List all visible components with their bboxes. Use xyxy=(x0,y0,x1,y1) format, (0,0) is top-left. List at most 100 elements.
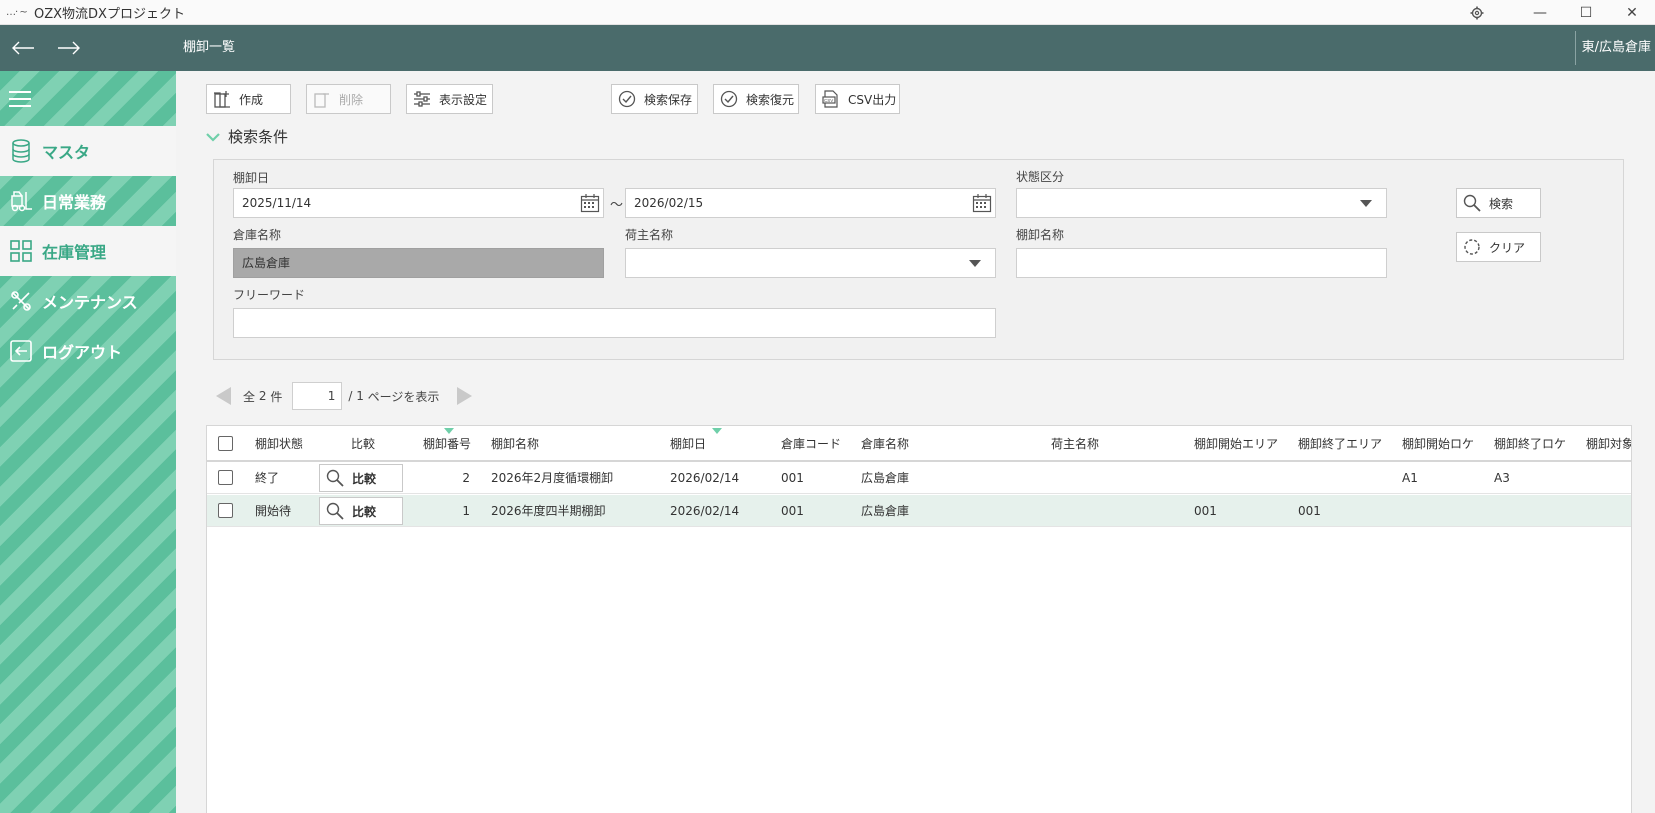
app-icon: …· ~ xyxy=(6,6,28,18)
search-icon xyxy=(326,502,344,520)
cell-number: 1 xyxy=(462,503,470,518)
row-checkbox[interactable] xyxy=(218,462,233,493)
grid-icon xyxy=(8,238,34,264)
current-warehouse[interactable]: 東/広島倉庫 xyxy=(1574,31,1655,65)
maximize-button[interactable]: ☐ xyxy=(1563,0,1609,25)
sort-indicator-icon xyxy=(712,428,722,434)
main-content: 作成 削除 表示設定 検索保存 検索復元 CSV CSV出力 検索条件 棚卸日 … xyxy=(176,71,1655,813)
inventory-name-label: 棚卸名称 xyxy=(1016,228,1065,242)
inventory-table: 棚卸状態 比較 棚卸番号 棚卸名称 棚卸日 倉庫コード 倉庫名称 荷主名称 棚卸… xyxy=(206,425,1632,813)
select-all-checkbox[interactable] xyxy=(218,426,233,460)
compare-label: 比較 xyxy=(352,471,377,486)
compare-label: 比較 xyxy=(352,504,377,519)
date-to-field[interactable]: 2026/02/15 xyxy=(625,188,996,218)
col-warehouse-name[interactable]: 倉庫名称 xyxy=(861,426,909,460)
freeword-input[interactable] xyxy=(233,308,996,338)
prev-page-icon[interactable] xyxy=(216,387,231,405)
col-name[interactable]: 棚卸名称 xyxy=(491,426,539,460)
cell-warehouse-name: 広島倉庫 xyxy=(861,471,910,485)
cell-name: 2026年度四半期棚卸 xyxy=(491,504,606,518)
cell-start-location: A1 xyxy=(1402,470,1418,485)
col-start-location[interactable]: 棚卸開始ロケ xyxy=(1402,426,1474,460)
search-conditions-toggle[interactable]: 検索条件 xyxy=(206,126,288,147)
sidebar-item-label: 在庫管理 xyxy=(42,243,107,262)
forward-arrow-icon[interactable] xyxy=(46,25,92,71)
calendar-icon[interactable] xyxy=(972,193,992,213)
window-title: OZX物流DXプロジェクト xyxy=(34,6,185,22)
page-separator: / xyxy=(348,389,353,403)
sidebar-item-label: マスタ xyxy=(42,143,91,162)
search-button[interactable]: 検索 xyxy=(1456,188,1541,218)
compare-button[interactable]: 比較 xyxy=(319,497,403,525)
next-page-icon[interactable] xyxy=(457,387,473,405)
sidebar-item-maintenance[interactable]: メンテナンス xyxy=(0,276,176,326)
col-compare[interactable]: 比較 xyxy=(351,426,375,460)
compare-button[interactable]: 比較 xyxy=(319,464,403,492)
sidebar-item-label: 日常業務 xyxy=(42,193,107,212)
shipper-select[interactable] xyxy=(625,248,996,278)
col-start-area[interactable]: 棚卸開始エリア xyxy=(1194,426,1278,460)
pagination: 全 2 件 1 / 1 ページを表示 xyxy=(216,382,473,410)
col-warehouse-code[interactable]: 倉庫コード xyxy=(781,426,841,460)
sidebar-item-daily-work[interactable]: 日常業務 xyxy=(0,176,176,226)
close-button[interactable]: ✕ xyxy=(1609,0,1655,25)
sliders-icon xyxy=(413,90,431,108)
col-shipper[interactable]: 荷主名称 xyxy=(1051,426,1099,460)
col-target[interactable]: 棚卸対象 xyxy=(1586,426,1631,460)
search-icon xyxy=(1463,194,1481,212)
cell-warehouse-code: 001 xyxy=(781,470,804,485)
sidebar-item-label: メンテナンス xyxy=(42,293,138,312)
back-arrow-icon[interactable] xyxy=(0,25,46,71)
dropdown-arrow-icon xyxy=(1360,200,1372,207)
window-titlebar: …· ~ OZX物流DXプロジェクト — ☐ ✕ xyxy=(0,0,1655,25)
status-label: 状態区分 xyxy=(1016,170,1065,184)
col-end-location[interactable]: 棚卸終了ロケ xyxy=(1494,426,1566,460)
sidebar-item-logout[interactable]: ログアウト xyxy=(0,326,176,376)
cell-date: 2026/02/14 xyxy=(670,470,740,485)
shipper-label: 荷主名称 xyxy=(625,228,674,242)
delete-button[interactable]: 削除 xyxy=(306,84,391,114)
display-settings-button[interactable]: 表示設定 xyxy=(406,84,493,114)
cell-start-area: 001 xyxy=(1194,503,1217,518)
warehouse-value: 広島倉庫 xyxy=(242,256,291,270)
save-search-label: 検索保存 xyxy=(644,92,693,107)
restore-search-button[interactable]: 検索復元 xyxy=(713,84,799,114)
csv-export-button[interactable]: CSV CSV出力 xyxy=(815,84,900,114)
col-number[interactable]: 棚卸番号 xyxy=(423,426,471,460)
check-circle-icon xyxy=(618,90,636,108)
inventory-name-input[interactable] xyxy=(1016,248,1387,278)
calendar-icon[interactable] xyxy=(580,193,600,213)
new-document-icon xyxy=(213,90,231,108)
chevron-down-icon xyxy=(206,128,220,146)
table-row[interactable]: 終了 比較 2 2026年2月度循環棚卸 2026/02/14 001 広島倉庫… xyxy=(207,462,1631,494)
save-search-button[interactable]: 検索保存 xyxy=(611,84,698,114)
col-end-area[interactable]: 棚卸終了エリア xyxy=(1298,426,1382,460)
clear-button-label: クリア xyxy=(1489,240,1526,255)
total-pages: 1 xyxy=(356,389,364,403)
warehouse-label: 倉庫名称 xyxy=(233,228,282,242)
sidebar-item-master[interactable]: マスタ xyxy=(0,126,176,176)
page-suffix: ページを表示 xyxy=(367,389,440,404)
csv-export-label: CSV出力 xyxy=(848,92,897,107)
clear-button[interactable]: クリア xyxy=(1456,232,1541,262)
freeword-label: フリーワード xyxy=(233,288,306,302)
page-number-input[interactable]: 1 xyxy=(292,382,343,410)
delete-label: 削除 xyxy=(339,92,364,107)
search-icon xyxy=(326,469,344,487)
col-date[interactable]: 棚卸日 xyxy=(670,426,706,460)
row-checkbox[interactable] xyxy=(218,495,233,526)
cell-end-area: 001 xyxy=(1298,503,1321,518)
table-row[interactable]: 開始待 比較 1 2026年度四半期棚卸 2026/02/14 001 広島倉庫… xyxy=(207,495,1631,527)
sidebar: マスタ 日常業務 在庫管理 メンテナンス ログアウト xyxy=(0,71,176,813)
search-button-label: 検索 xyxy=(1489,196,1514,211)
menu-icon[interactable] xyxy=(0,71,176,126)
date-from-field[interactable]: 2025/11/14 xyxy=(233,188,604,218)
restore-search-label: 検索復元 xyxy=(746,92,795,107)
status-select[interactable] xyxy=(1016,188,1387,218)
sidebar-item-inventory[interactable]: 在庫管理 xyxy=(0,226,176,276)
minimize-button[interactable]: — xyxy=(1517,0,1563,25)
gear-icon[interactable] xyxy=(1467,3,1487,23)
create-button[interactable]: 作成 xyxy=(206,84,291,114)
svg-text:CSV: CSV xyxy=(824,98,833,103)
col-status[interactable]: 棚卸状態 xyxy=(255,426,303,460)
